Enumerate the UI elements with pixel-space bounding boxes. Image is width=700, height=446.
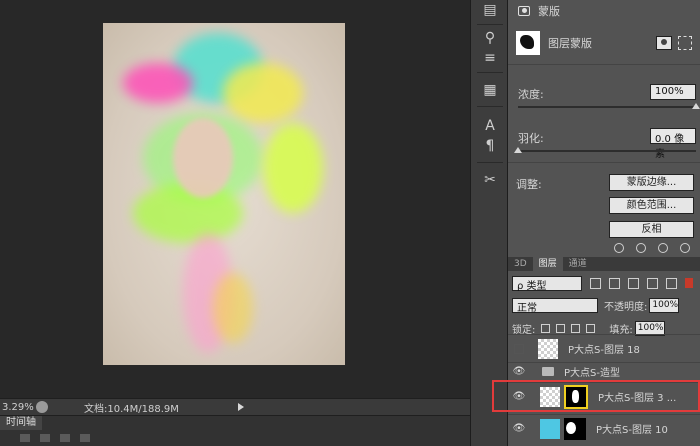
- layer-row-selected[interactable]: 👁 P大点S-图层 3 ...: [508, 382, 700, 410]
- lock-all-icon[interactable]: [586, 323, 596, 333]
- timeline-panel: 时间轴: [0, 415, 470, 446]
- tool-divider: [477, 106, 503, 107]
- status-bar: 3.29% 文档:10.4M/188.9M: [0, 398, 470, 415]
- zoom-level[interactable]: 3.29%: [0, 402, 34, 413]
- status-menu-arrow-icon[interactable]: [238, 403, 244, 411]
- lock-transparent-icon[interactable]: [541, 323, 551, 333]
- panel-divider: [508, 162, 700, 163]
- folder-icon: [542, 367, 554, 376]
- eye-icon[interactable]: 👁: [512, 366, 526, 377]
- properties-panel: 蒙版 图层蒙版 浓度: 100% 羽化: 0.0 像素 调整: 蒙版边缘... …: [508, 0, 700, 446]
- smart-object-filter-icon[interactable]: [666, 277, 677, 289]
- document-size-info: 文档:10.4M/188.9M: [84, 403, 179, 415]
- brush-presets-icon[interactable]: ≡: [480, 48, 500, 68]
- panel-tool-strip: ▤ ⚲ ≡ ▦ A ¶ ✂: [470, 0, 508, 446]
- visibility-toggle[interactable]: [514, 343, 524, 354]
- vector-mask-button[interactable]: [678, 36, 692, 50]
- blend-mode-select[interactable]: 正常: [512, 297, 598, 314]
- shape-filter-icon[interactable]: [647, 277, 658, 289]
- tab-timeline[interactable]: 时间轴: [0, 416, 42, 430]
- eye-icon[interactable]: 👁: [512, 391, 526, 402]
- apply-mask-icon[interactable]: [636, 243, 646, 253]
- layer-name: P大点S-图层 10: [596, 425, 668, 436]
- opacity-field[interactable]: 100%: [649, 297, 680, 313]
- clone-source-icon[interactable]: ▦: [480, 80, 500, 100]
- load-selection-icon[interactable]: [614, 243, 624, 253]
- tool-presets-icon[interactable]: ✂: [480, 170, 500, 190]
- layer-mask-label: 图层蒙版: [548, 37, 592, 50]
- type-filter-icon[interactable]: [628, 277, 639, 289]
- layer-mask-row: 图层蒙版: [508, 26, 700, 60]
- color-range-button[interactable]: 颜色范围...: [609, 197, 694, 214]
- tool-divider: [477, 24, 503, 25]
- refine-label: 调整:: [516, 178, 542, 191]
- density-slider-thumb[interactable]: [692, 103, 700, 109]
- tab-channels[interactable]: 通道: [563, 257, 593, 271]
- first-frame-icon[interactable]: [20, 434, 30, 442]
- history-icon[interactable]: ▤: [480, 0, 500, 20]
- previous-frame-icon[interactable]: [40, 434, 50, 442]
- brush-icon[interactable]: ⚲: [480, 28, 500, 48]
- tool-divider: [477, 162, 503, 163]
- feather-field[interactable]: 0.0 像素: [650, 128, 696, 160]
- layer-mask-thumbnail-selected[interactable]: [564, 384, 588, 409]
- layer-thumbnail: [538, 338, 558, 359]
- density-label: 浓度:: [518, 88, 544, 101]
- layer-filter-row: ρ 类型: [508, 272, 700, 294]
- layer-row[interactable]: P大点S-图层 18: [508, 334, 700, 362]
- tab-layers[interactable]: 图层: [532, 257, 563, 271]
- masks-title: 蒙版: [538, 5, 560, 18]
- timeline-controls: [20, 434, 90, 442]
- delete-mask-icon[interactable]: [680, 243, 690, 253]
- mask-icon: [518, 6, 530, 16]
- pixel-mask-button[interactable]: [656, 36, 672, 50]
- blend-row: 正常 不透明度: 100%: [508, 296, 700, 314]
- play-icon[interactable]: [60, 434, 70, 442]
- invert-button[interactable]: 反相: [609, 221, 694, 238]
- feather-label: 羽化:: [518, 132, 544, 145]
- visibility-icon[interactable]: [658, 243, 668, 253]
- lock-position-icon[interactable]: [571, 323, 581, 333]
- layer-thumbnail: [540, 418, 560, 439]
- mask-edge-button[interactable]: 蒙版边缘...: [609, 174, 694, 191]
- lock-image-icon[interactable]: [556, 323, 566, 333]
- layer-mask-thumbnail[interactable]: [516, 31, 540, 55]
- layer-name: P大点S-图层 3 ...: [598, 393, 677, 404]
- next-frame-icon[interactable]: [80, 434, 90, 442]
- layer-mask-thumbnail[interactable]: [564, 417, 586, 440]
- eye-icon[interactable]: 👁: [512, 423, 526, 434]
- pixel-filter-icon[interactable]: [590, 277, 601, 289]
- document-info-icon[interactable]: [36, 401, 48, 413]
- canvas-area[interactable]: [0, 0, 470, 398]
- layers-panel-tabs: 3D 图层 通道: [508, 257, 700, 271]
- layer-name: P大点S-图层 18: [568, 345, 640, 356]
- layer-group-name: P大点S-造型: [564, 368, 620, 379]
- feather-slider-track[interactable]: [518, 150, 696, 152]
- tab-3d[interactable]: 3D: [508, 257, 533, 271]
- feather-slider-thumb[interactable]: [514, 147, 522, 153]
- panel-divider: [508, 64, 700, 65]
- density-field[interactable]: 100%: [650, 84, 696, 100]
- adjustment-filter-icon[interactable]: [609, 277, 620, 289]
- layer-row[interactable]: 👁 P大点S-图层 10: [508, 414, 700, 442]
- layer-filter-select[interactable]: ρ 类型: [512, 275, 582, 292]
- masks-header: 蒙版: [508, 0, 700, 22]
- density-slider-track[interactable]: [518, 106, 696, 108]
- character-icon[interactable]: A: [480, 116, 500, 136]
- tool-divider: [477, 72, 503, 73]
- artwork-image: [103, 23, 345, 365]
- layer-thumbnail: [540, 386, 560, 407]
- opacity-label: 不透明度:: [604, 301, 648, 313]
- paragraph-icon[interactable]: ¶: [480, 136, 500, 156]
- filter-toggle[interactable]: [685, 278, 693, 288]
- layer-group-row[interactable]: 👁 P大点S-造型: [508, 362, 700, 380]
- masks-footer: [508, 239, 700, 257]
